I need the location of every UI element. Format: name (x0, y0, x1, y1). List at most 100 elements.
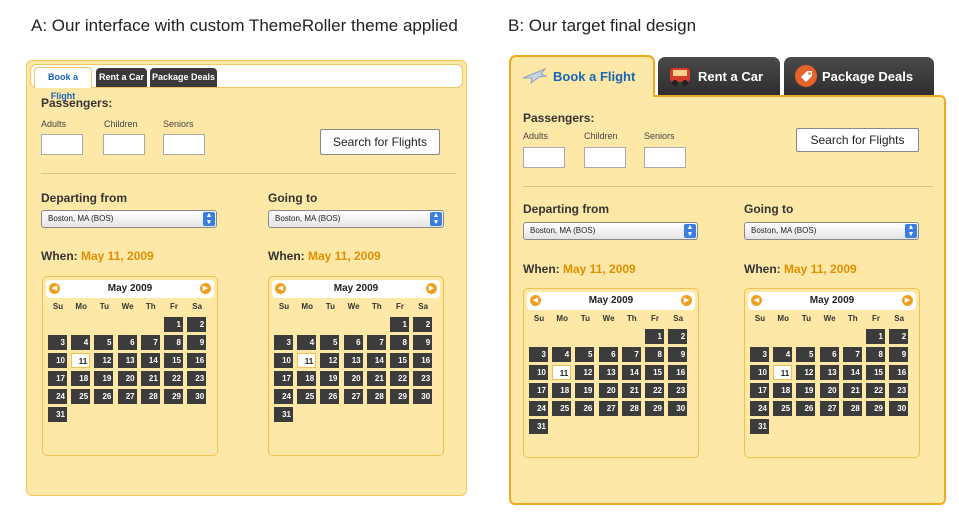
calendar-day[interactable]: 5 (796, 347, 816, 362)
calendar-day[interactable]: 9 (889, 347, 909, 362)
calendar-day[interactable]: 17 (750, 383, 769, 398)
calendar-day[interactable]: 21 (842, 383, 862, 398)
calendar-day[interactable]: 19 (320, 371, 340, 386)
calendar-day[interactable]: 24 (274, 389, 293, 404)
calendar-day[interactable]: 21 (366, 371, 386, 386)
tab-rent-car[interactable]: Rent a Car (658, 57, 780, 95)
calendar-day[interactable]: 9 (668, 347, 688, 362)
calendar-day[interactable]: 3 (750, 347, 769, 362)
next-arrow-icon[interactable]: ▶ (426, 283, 437, 294)
calendar-day[interactable]: 8 (390, 335, 409, 350)
calendar-day[interactable]: 8 (164, 335, 183, 350)
calendar-day[interactable]: 1 (645, 329, 664, 344)
calendar-day[interactable]: 5 (320, 335, 340, 350)
calendar-day[interactable]: 21 (621, 383, 641, 398)
calendar-day[interactable]: 27 (343, 389, 363, 404)
calendar-day[interactable]: 16 (889, 365, 909, 380)
calendar-day[interactable]: 10 (529, 365, 548, 380)
calendar-day[interactable]: 1 (164, 317, 183, 332)
calendar-day[interactable]: 11 (552, 365, 572, 380)
calendar-day[interactable]: 12 (575, 365, 595, 380)
next-arrow-icon[interactable]: ▶ (200, 283, 211, 294)
calendar-day[interactable]: 27 (117, 389, 137, 404)
calendar-day[interactable]: 26 (94, 389, 114, 404)
calendar-day[interactable]: 31 (529, 419, 548, 434)
calendar-day[interactable]: 17 (529, 383, 548, 398)
calendar-day[interactable]: 6 (819, 347, 839, 362)
calendar-day[interactable]: 28 (140, 389, 160, 404)
seniors-input[interactable] (644, 147, 686, 168)
calendar-day[interactable]: 29 (390, 389, 409, 404)
calendar-day[interactable]: 17 (48, 371, 67, 386)
calendar-day[interactable]: 11 (773, 365, 793, 380)
calendar-day[interactable]: 25 (552, 401, 572, 416)
calendar-day[interactable]: 12 (796, 365, 816, 380)
calendar-day[interactable]: 22 (645, 383, 664, 398)
calendar-day[interactable]: 3 (529, 347, 548, 362)
calendar-day[interactable]: 20 (598, 383, 618, 398)
calendar-day[interactable]: 19 (575, 383, 595, 398)
calendar-day[interactable]: 13 (117, 353, 137, 368)
calendar-day[interactable]: 29 (164, 389, 183, 404)
adults-input[interactable] (523, 147, 565, 168)
calendar-day[interactable]: 23 (668, 383, 688, 398)
calendar-day[interactable]: 4 (297, 335, 317, 350)
calendar-day[interactable]: 18 (297, 371, 317, 386)
children-input[interactable] (103, 134, 145, 155)
next-arrow-icon[interactable]: ▶ (681, 295, 692, 306)
calendar-day[interactable]: 21 (140, 371, 160, 386)
calendar-day[interactable]: 31 (48, 407, 67, 422)
calendar-day[interactable]: 4 (552, 347, 572, 362)
tab-package-deals[interactable]: Package Deals (784, 57, 934, 95)
going-select[interactable]: Boston, MA (BOS) ▲ ▼ (268, 210, 444, 228)
calendar-day[interactable]: 2 (413, 317, 433, 332)
calendar-day[interactable]: 20 (343, 371, 363, 386)
calendar-day[interactable]: 8 (866, 347, 885, 362)
calendar-day[interactable]: 14 (621, 365, 641, 380)
next-arrow-icon[interactable]: ▶ (902, 295, 913, 306)
calendar-day[interactable]: 29 (866, 401, 885, 416)
calendar-day[interactable]: 25 (297, 389, 317, 404)
calendar-day[interactable]: 27 (819, 401, 839, 416)
departing-select[interactable]: Boston, MA (BOS) ▲ ▼ (523, 222, 698, 240)
going-select[interactable]: Boston, MA (BOS) ▲ ▼ (744, 222, 919, 240)
calendar-day[interactable]: 16 (413, 353, 433, 368)
calendar-day[interactable]: 19 (94, 371, 114, 386)
calendar-day[interactable]: 7 (842, 347, 862, 362)
adults-input[interactable] (41, 134, 83, 155)
search-flights-button[interactable]: Search for Flights (320, 129, 440, 155)
calendar-day[interactable]: 24 (750, 401, 769, 416)
calendar-day[interactable]: 10 (48, 353, 67, 368)
tab-package-deals[interactable]: Package Deals (150, 68, 217, 87)
calendar-day[interactable]: 27 (598, 401, 618, 416)
calendar-day[interactable]: 14 (366, 353, 386, 368)
calendar-day[interactable]: 12 (320, 353, 340, 368)
calendar-day[interactable]: 13 (598, 365, 618, 380)
calendar-day[interactable]: 26 (320, 389, 340, 404)
calendar-day[interactable]: 10 (274, 353, 293, 368)
calendar-day[interactable]: 16 (187, 353, 207, 368)
calendar-day[interactable]: 22 (866, 383, 885, 398)
calendar-day[interactable]: 5 (575, 347, 595, 362)
calendar-day[interactable]: 15 (645, 365, 664, 380)
calendar-day[interactable]: 7 (621, 347, 641, 362)
calendar-day[interactable]: 24 (529, 401, 548, 416)
calendar-day[interactable]: 19 (796, 383, 816, 398)
calendar-day[interactable]: 1 (866, 329, 885, 344)
calendar-day[interactable]: 3 (48, 335, 67, 350)
children-input[interactable] (584, 147, 626, 168)
calendar-day[interactable]: 11 (297, 353, 317, 368)
calendar-day[interactable]: 25 (773, 401, 793, 416)
calendar-day[interactable]: 3 (274, 335, 293, 350)
calendar-day[interactable]: 4 (773, 347, 793, 362)
calendar-day[interactable]: 25 (71, 389, 91, 404)
calendar-day[interactable]: 4 (71, 335, 91, 350)
calendar-day[interactable]: 17 (274, 371, 293, 386)
calendar-day[interactable]: 14 (140, 353, 160, 368)
calendar-day[interactable]: 28 (366, 389, 386, 404)
calendar-day[interactable]: 18 (552, 383, 572, 398)
calendar-day[interactable]: 2 (668, 329, 688, 344)
calendar-day[interactable]: 13 (819, 365, 839, 380)
calendar-day[interactable]: 22 (164, 371, 183, 386)
calendar-day[interactable]: 18 (773, 383, 793, 398)
